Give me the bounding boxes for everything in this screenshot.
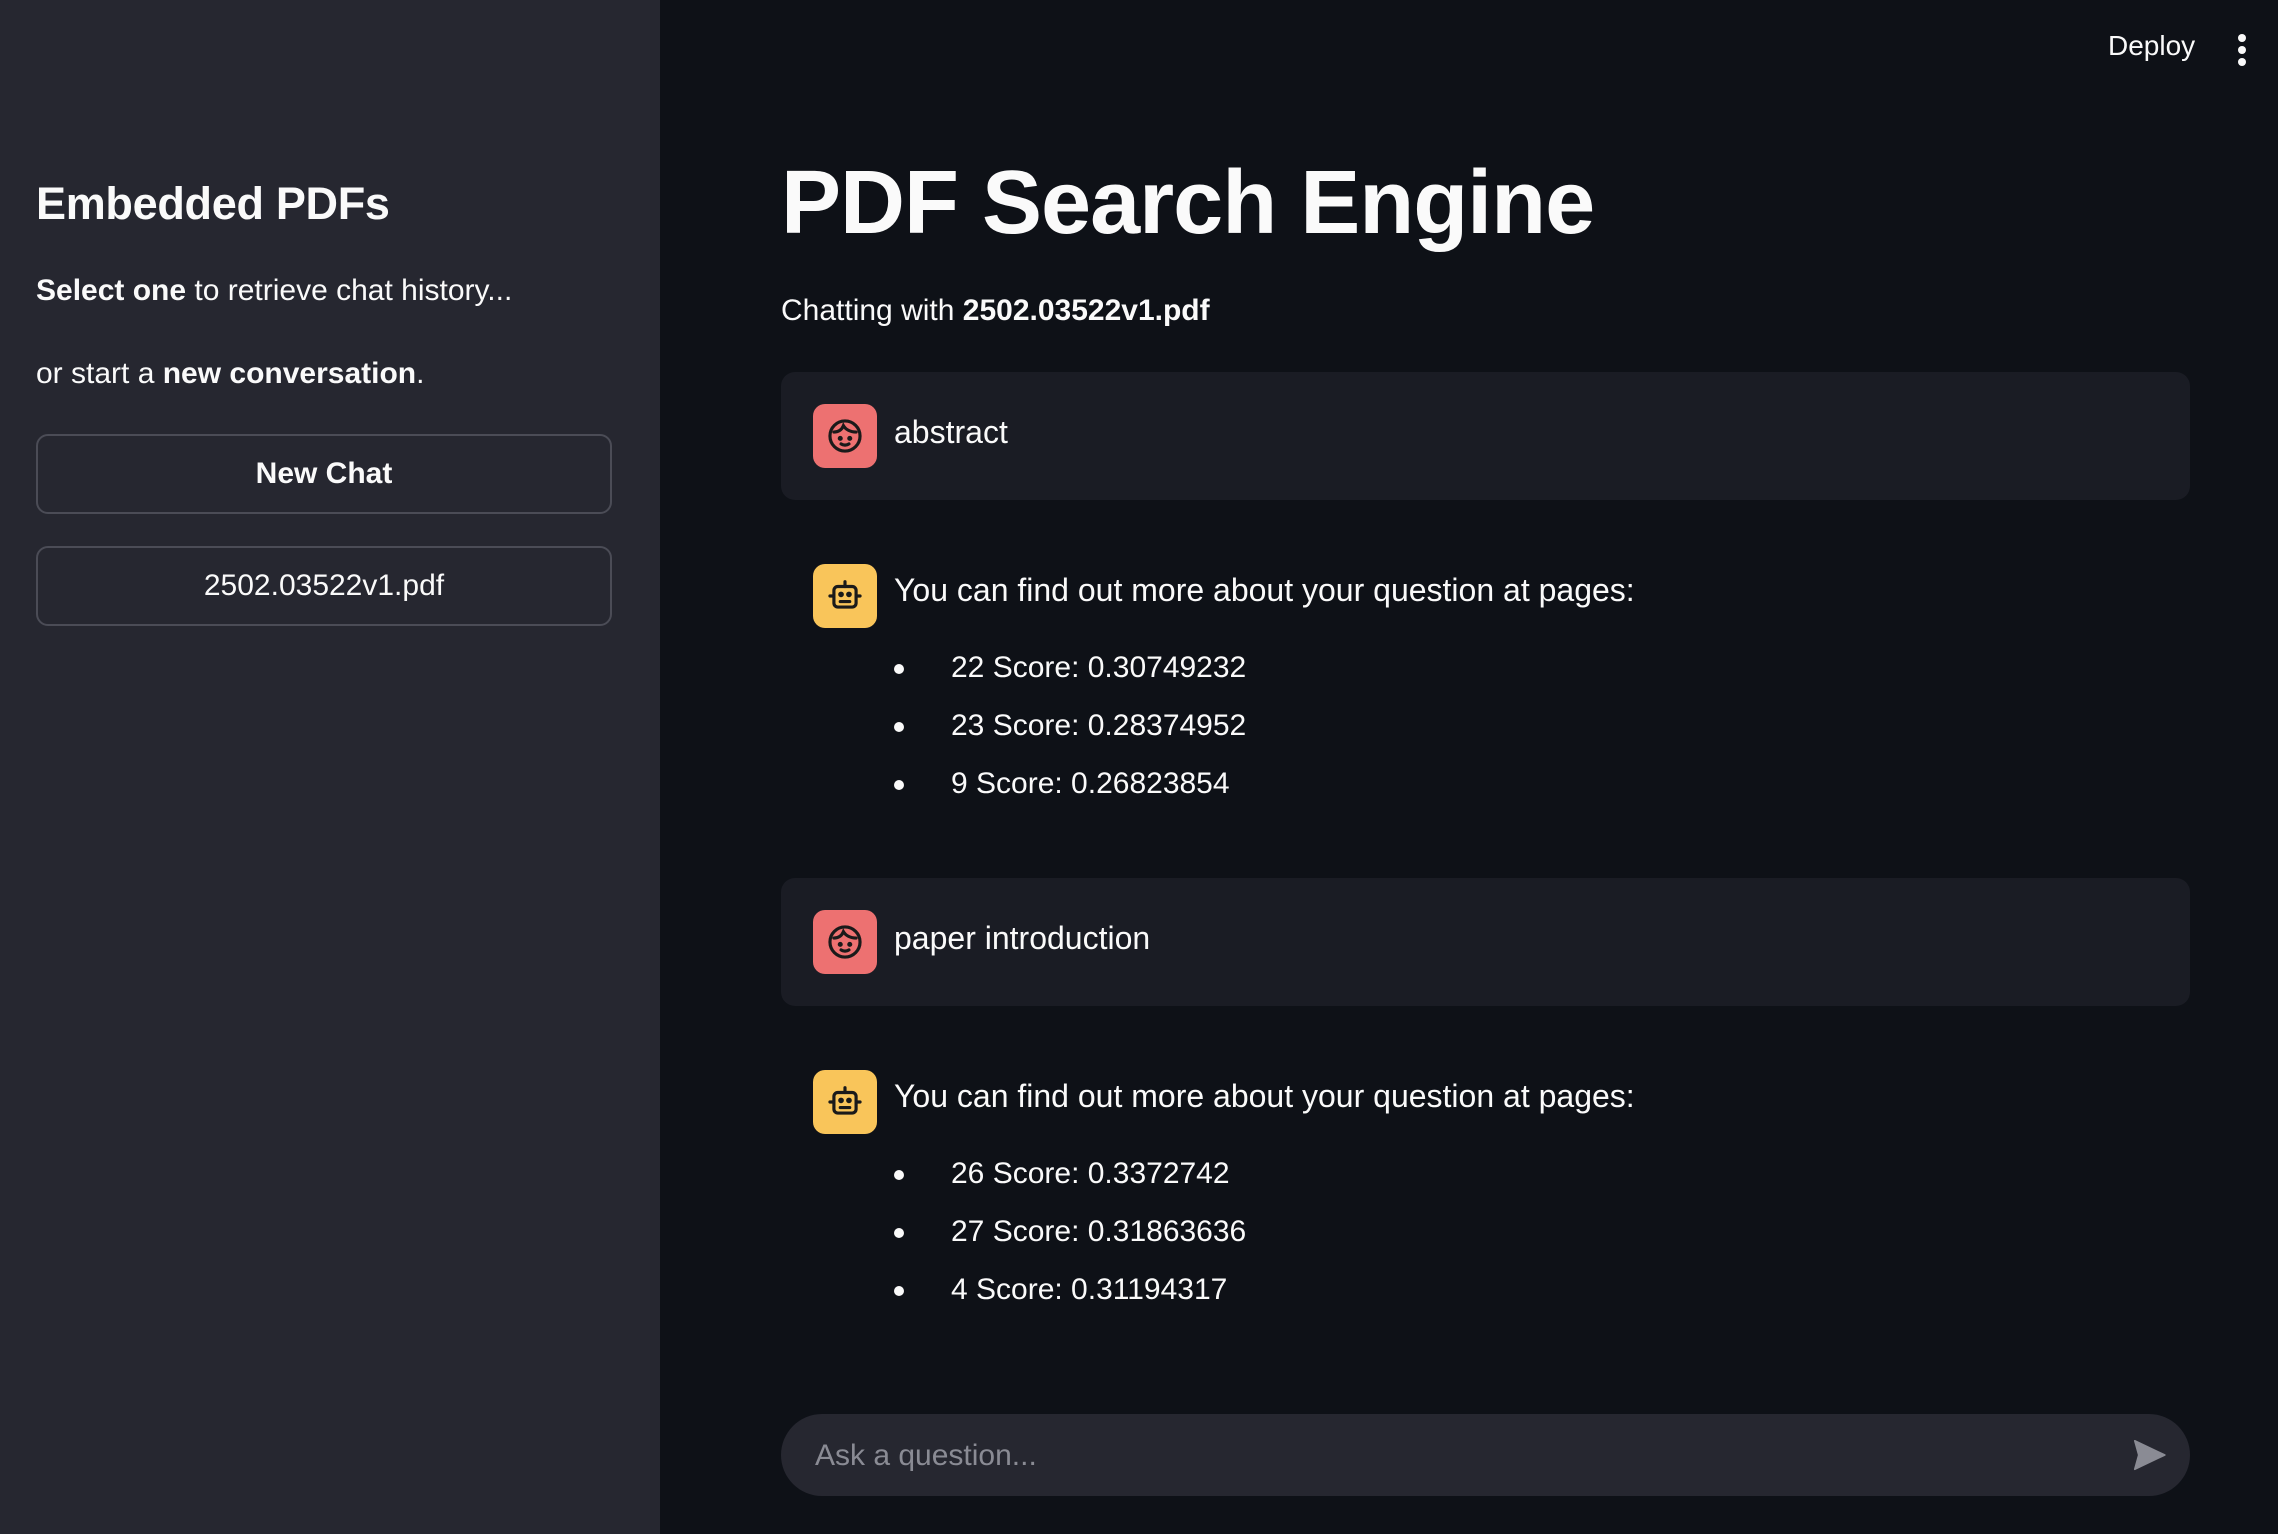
sidebar-text-end: . — [416, 357, 425, 390]
user-message: paper introduction — [781, 878, 2190, 1006]
pdf-file-button[interactable]: 2502.03522v1.pdf — [36, 546, 612, 626]
robot-icon — [813, 1070, 877, 1134]
list-item: 22 Score: 0.30749232 — [894, 650, 1246, 708]
sidebar-new-conversation-text: or start a new conversation. — [36, 357, 424, 391]
sidebar-text-start: or start a — [36, 357, 163, 390]
chatting-with-text: Chatting with 2502.03522v1.pdf — [781, 294, 1210, 328]
new-chat-button[interactable]: New Chat — [36, 434, 612, 514]
sidebar-instruction-rest: to retrieve chat history... — [186, 274, 513, 307]
user-message-text: paper introduction — [894, 920, 1151, 956]
user-face-icon — [813, 910, 877, 974]
sidebar-instruction-bold: Select one — [36, 274, 187, 307]
list-item: 9 Score: 0.26823854 — [894, 766, 1246, 824]
list-item: 4 Score: 0.31194317 — [894, 1272, 1246, 1330]
sidebar: Embedded PDFs Select one to retrieve cha… — [0, 0, 660, 1534]
vertical-dots-icon[interactable] — [2238, 34, 2246, 66]
assistant-message-text: You can find out more about your questio… — [894, 1078, 1635, 1114]
list-item: 27 Score: 0.31863636 — [894, 1214, 1246, 1272]
page-score-list: 26 Score: 0.3372742 27 Score: 0.31863636… — [894, 1156, 1246, 1330]
chatting-file: 2502.03522v1.pdf — [962, 294, 1210, 327]
app: Embedded PDFs Select one to retrieve cha… — [0, 0, 2278, 1534]
chat-input-container — [781, 1414, 2190, 1498]
send-arrow-icon[interactable] — [2129, 1436, 2169, 1474]
sidebar-instruction: Select one to retrieve chat history... — [36, 274, 512, 308]
deploy-button[interactable]: Deploy — [2108, 30, 2195, 62]
user-message-text: abstract — [894, 414, 1008, 450]
page-title: PDF Search Engine — [781, 153, 1595, 253]
robot-icon — [813, 564, 877, 628]
chatting-prefix: Chatting with — [781, 294, 963, 327]
list-item: 23 Score: 0.28374952 — [894, 708, 1246, 766]
list-item: 26 Score: 0.3372742 — [894, 1156, 1246, 1214]
user-message: abstract — [781, 372, 2190, 500]
chat-input[interactable] — [813, 1414, 2097, 1498]
page-score-list: 22 Score: 0.30749232 23 Score: 0.2837495… — [894, 650, 1246, 824]
sidebar-text-bold: new conversation — [162, 357, 417, 390]
user-face-icon — [813, 404, 877, 468]
assistant-message-text: You can find out more about your questio… — [894, 572, 1635, 608]
sidebar-title: Embedded PDFs — [36, 178, 390, 229]
